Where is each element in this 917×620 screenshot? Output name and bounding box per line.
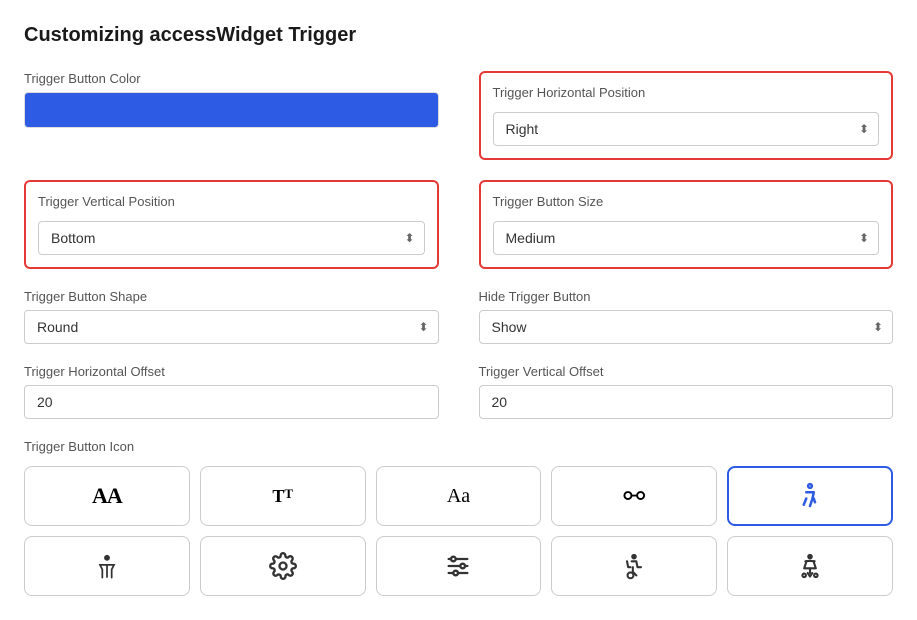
icon-person-button[interactable]	[24, 536, 190, 596]
text-size-icon: TT	[272, 486, 293, 507]
trigger-button-shape-select[interactable]: Round Square	[24, 310, 439, 344]
trigger-horizontal-position-select-wrapper: Right Left ⬍	[493, 112, 880, 146]
trigger-vertical-offset-input[interactable]	[479, 385, 894, 419]
trigger-horizontal-offset-label: Trigger Horizontal Offset	[24, 364, 439, 379]
text-aa-icon: Aa	[447, 485, 470, 508]
sliders-icon	[444, 552, 472, 580]
trigger-button-size-select-wrapper: Small Medium Large ⬍	[493, 221, 880, 255]
trigger-vertical-offset-label: Trigger Vertical Offset	[479, 364, 894, 379]
trigger-horizontal-offset-group: Trigger Horizontal Offset	[24, 364, 439, 419]
trigger-button-icon-group: Trigger Button Icon AA TT Aa ⚯	[24, 439, 893, 596]
icon-gear-button[interactable]	[200, 536, 366, 596]
trigger-button-shape-label: Trigger Button Shape	[24, 289, 439, 304]
trigger-horizontal-position-select[interactable]: Right Left	[493, 112, 880, 146]
trigger-vertical-position-label: Trigger Vertical Position	[38, 194, 425, 209]
hide-trigger-button-label: Hide Trigger Button	[479, 289, 894, 304]
trigger-horizontal-position-label: Trigger Horizontal Position	[493, 85, 880, 100]
icon-grid: AA TT Aa ⚯	[24, 466, 893, 596]
person-icon	[93, 552, 121, 580]
hide-trigger-select[interactable]: Show Hide	[479, 310, 894, 344]
icon-accessibility-ring-button[interactable]: ⚯	[551, 466, 717, 526]
trigger-button-shape-group: Trigger Button Shape Round Square ⬍	[24, 289, 439, 344]
font-size-icon: AA	[92, 483, 122, 509]
accessibility-figure-icon	[795, 481, 825, 511]
trigger-button-color-group: Trigger Button Color	[24, 71, 439, 160]
trigger-vertical-position-select[interactable]: Bottom Top	[38, 221, 425, 255]
hide-trigger-select-wrapper: Show Hide ⬍	[479, 310, 894, 344]
trigger-button-color-label: Trigger Button Color	[24, 71, 439, 86]
accessibility-ring-icon: ⚯	[623, 481, 645, 512]
icon-text-aa-button[interactable]: Aa	[376, 466, 542, 526]
icon-wheelchair-button[interactable]	[551, 536, 717, 596]
trigger-vertical-offset-group: Trigger Vertical Offset	[479, 364, 894, 419]
gear-icon	[269, 552, 297, 580]
icon-sliders-button[interactable]	[376, 536, 542, 596]
hide-trigger-button-group: Hide Trigger Button Show Hide ⬍	[479, 289, 894, 344]
icon-font-size-button[interactable]: AA	[24, 466, 190, 526]
icon-accessibility-figure-button[interactable]	[727, 466, 893, 526]
page-title: Customizing accessWidget Trigger	[24, 24, 893, 47]
trigger-vertical-position-group: Trigger Vertical Position Bottom Top ⬍	[24, 180, 439, 269]
trigger-button-size-group: Trigger Button Size Small Medium Large ⬍	[479, 180, 894, 269]
trigger-horizontal-position-group: Trigger Horizontal Position Right Left ⬍	[479, 71, 894, 160]
wheelchair-icon	[620, 552, 648, 580]
trigger-button-size-select[interactable]: Small Medium Large	[493, 221, 880, 255]
trigger-button-shape-select-wrapper: Round Square ⬍	[24, 310, 439, 344]
color-swatch[interactable]	[24, 92, 439, 128]
trigger-button-size-label: Trigger Button Size	[493, 194, 880, 209]
trigger-vertical-position-select-wrapper: Bottom Top ⬍	[38, 221, 425, 255]
accessibility-alt-icon	[796, 552, 824, 580]
icon-text-size-button[interactable]: TT	[200, 466, 366, 526]
icon-accessibility-alt-button[interactable]	[727, 536, 893, 596]
trigger-horizontal-offset-input[interactable]	[24, 385, 439, 419]
trigger-button-icon-label: Trigger Button Icon	[24, 439, 893, 454]
